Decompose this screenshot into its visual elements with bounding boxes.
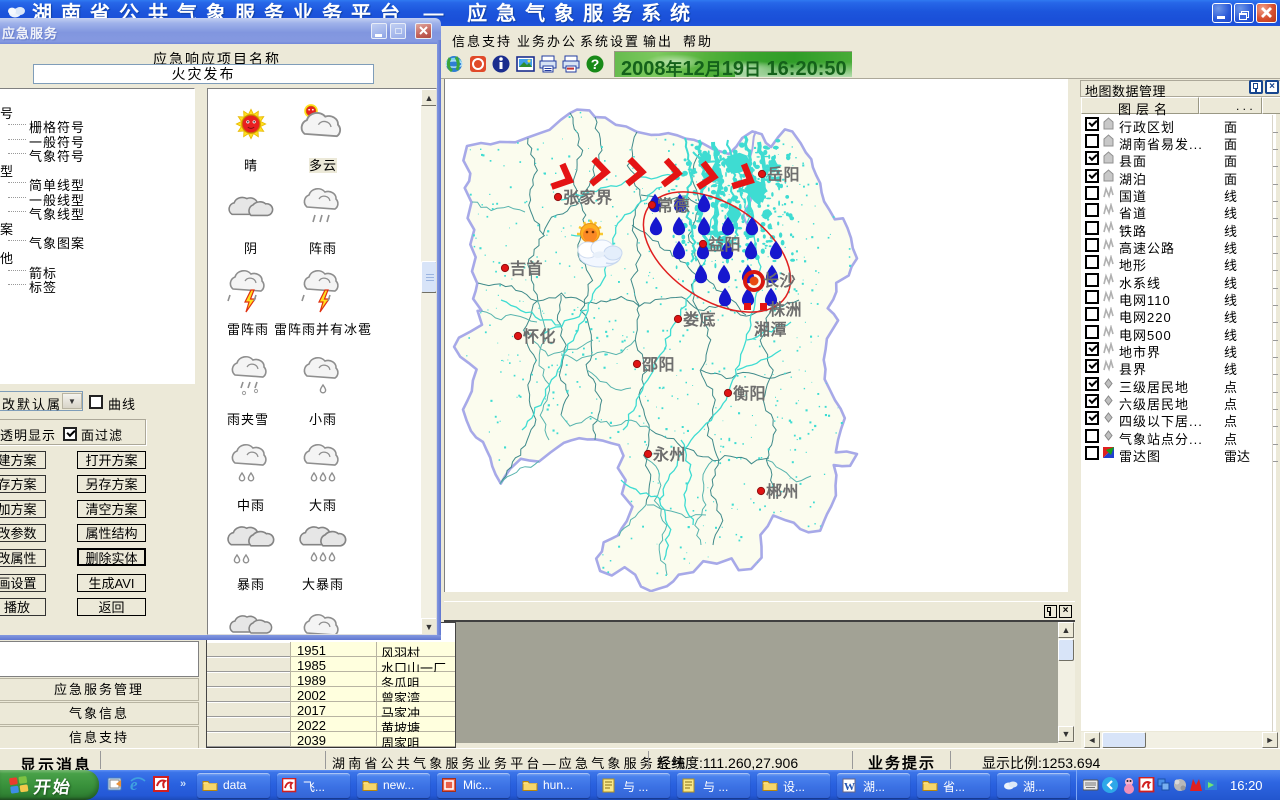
svg-text:株洲: 株洲 xyxy=(769,300,802,319)
svg-text:张家界: 张家界 xyxy=(563,188,613,207)
svg-text:长沙: 长沙 xyxy=(763,271,796,290)
svg-text:湘潭: 湘潭 xyxy=(754,320,787,339)
svg-text:吉首: 吉首 xyxy=(510,259,543,278)
svg-text:郴州: 郴州 xyxy=(766,482,799,501)
svg-text:常德: 常德 xyxy=(657,196,690,215)
svg-text:永州: 永州 xyxy=(652,445,686,464)
svg-text:娄底: 娄底 xyxy=(683,310,716,329)
svg-text:岳阳: 岳阳 xyxy=(767,165,800,184)
svg-text:邵阳: 邵阳 xyxy=(641,356,675,374)
svg-text:W: W xyxy=(844,781,855,793)
svg-text:»: » xyxy=(180,778,186,790)
svg-text:?: ? xyxy=(591,56,600,72)
svg-text:怀化: 怀化 xyxy=(523,327,556,346)
svg-text:益阳: 益阳 xyxy=(708,235,741,254)
svg-text:衡阳: 衡阳 xyxy=(733,384,766,403)
